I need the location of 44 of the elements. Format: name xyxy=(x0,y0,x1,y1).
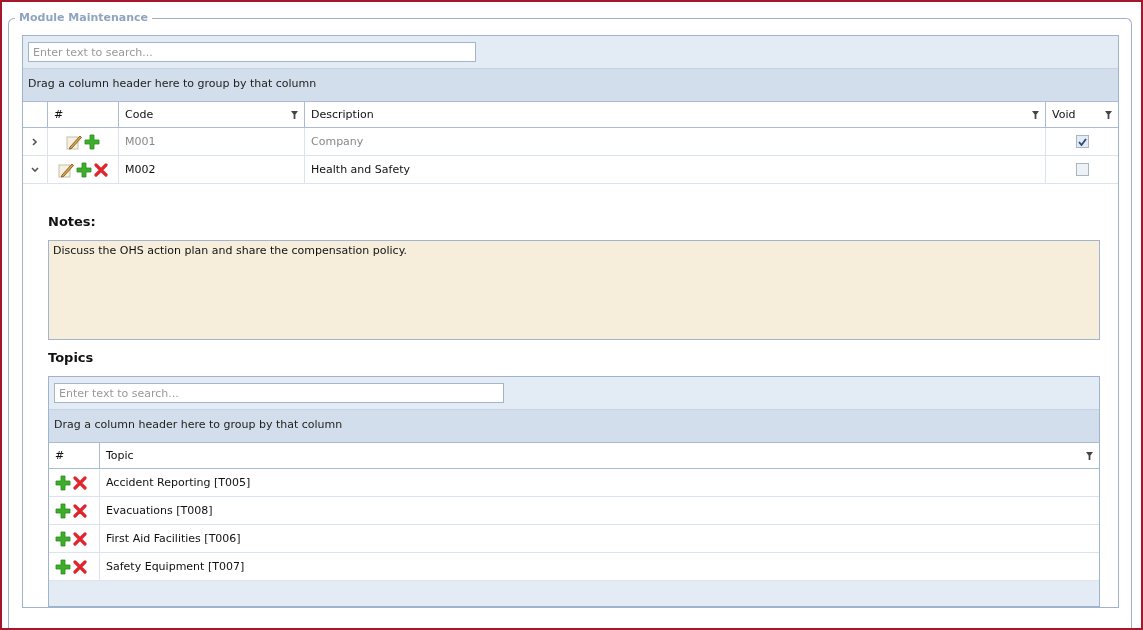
caret-right-icon[interactable] xyxy=(31,137,39,146)
group-panel: Drag a column header here to group by that column xyxy=(23,69,1118,102)
checkbox[interactable] xyxy=(1075,163,1089,176)
column-header[interactable]: Topic xyxy=(100,443,1099,468)
plus-icon[interactable] xyxy=(55,474,71,491)
table-cell: M001 xyxy=(119,128,305,155)
table-cell-text: Evacuations [T008] xyxy=(105,503,214,519)
group-title: Module Maintenance xyxy=(15,11,153,24)
column-header[interactable]: # xyxy=(48,102,119,127)
filter-icon[interactable] xyxy=(1105,110,1112,119)
table-cell-text: Safety Equipment [T007] xyxy=(105,559,246,575)
pencil-icon[interactable] xyxy=(66,133,82,150)
plus-icon[interactable] xyxy=(84,133,100,150)
filter-icon[interactable] xyxy=(291,110,298,119)
pencil-icon[interactable] xyxy=(58,161,74,178)
plus-icon[interactable] xyxy=(55,502,71,519)
checkbox[interactable] xyxy=(1075,135,1089,148)
caret-down-icon[interactable] xyxy=(31,165,39,174)
delete-icon[interactable] xyxy=(73,559,87,574)
section-label: Topics xyxy=(48,350,95,365)
delete-icon[interactable] xyxy=(94,162,108,177)
plus-icon[interactable] xyxy=(76,161,92,178)
filter-icon[interactable] xyxy=(1086,451,1093,460)
plus-icon[interactable] xyxy=(55,558,71,575)
table-cell: Health and Safety xyxy=(305,156,1046,183)
plus-icon[interactable] xyxy=(55,530,71,547)
delete-icon[interactable] xyxy=(73,531,87,546)
filter-icon[interactable] xyxy=(1032,110,1039,119)
column-header[interactable]: # xyxy=(49,443,100,468)
search-field[interactable]: Enter text to search... xyxy=(54,383,504,403)
table-cell: M002 xyxy=(119,156,305,183)
checkmark-icon xyxy=(1077,137,1087,146)
notes-field[interactable]: Discuss the OHS action plan and share the compensation policy. xyxy=(48,240,1100,340)
search-field[interactable]: Enter text to search... xyxy=(28,42,476,62)
column-header[interactable]: Void xyxy=(1046,102,1118,127)
section-label: Notes: xyxy=(48,214,97,229)
table-cell-text: First Aid Facilities [T006] xyxy=(105,531,242,547)
table-cell: Company xyxy=(305,128,1046,155)
column-header[interactable]: Code xyxy=(119,102,305,127)
delete-icon[interactable] xyxy=(73,503,87,518)
column-header[interactable]: Description xyxy=(305,102,1046,127)
delete-icon[interactable] xyxy=(73,475,87,490)
table-cell-text: Accident Reporting [T005] xyxy=(105,475,252,491)
group-panel: Drag a column header here to group by that column xyxy=(49,410,1099,443)
